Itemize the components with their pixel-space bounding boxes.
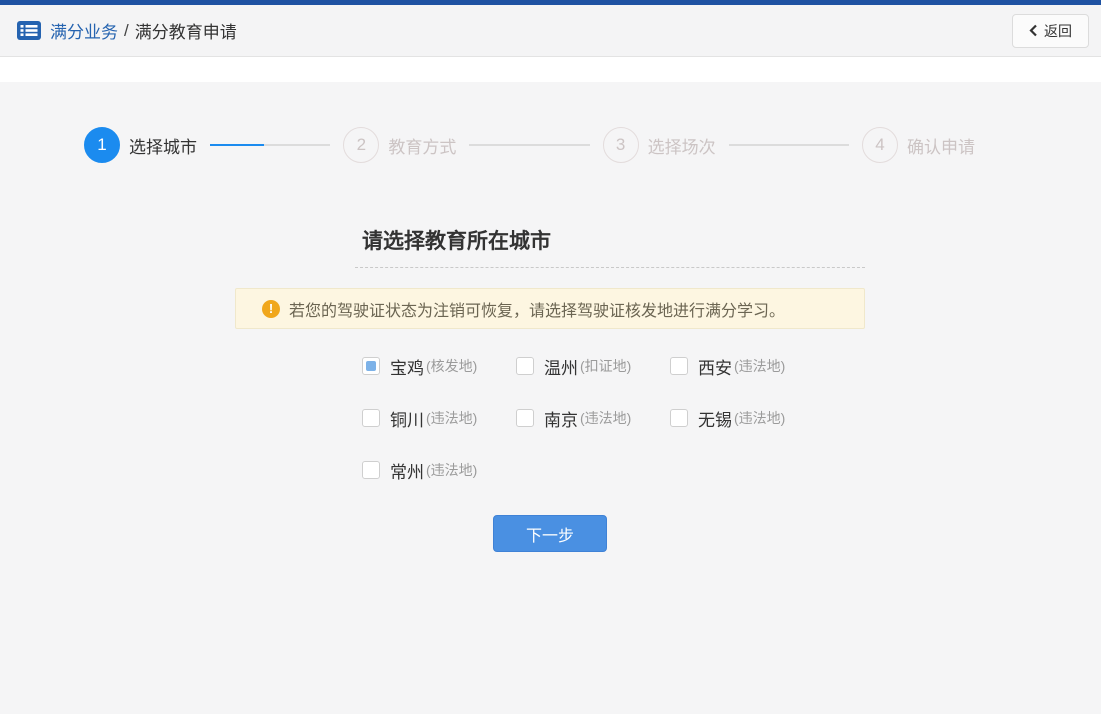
city-name: 南京 — [544, 406, 578, 431]
breadcrumb-current: 满分教育申请 — [135, 18, 237, 43]
next-step-button[interactable]: 下一步 — [493, 515, 607, 552]
city-tag: (违法地) — [426, 408, 477, 428]
checkbox[interactable] — [362, 461, 380, 479]
checkbox[interactable] — [516, 409, 534, 427]
city-name: 温州 — [544, 354, 578, 379]
city-checkbox-grid: 宝鸡 (核发地) 温州 (扣证地) 西安 (违法地) 铜川 (违法地) 南京 (… — [362, 356, 824, 512]
city-name: 西安 — [698, 354, 732, 379]
breadcrumb-separator: / — [124, 21, 129, 41]
city-name: 无锡 — [698, 406, 732, 431]
city-tag: (违法地) — [734, 408, 785, 428]
step-confirm-application: 4 确认申请 — [862, 127, 975, 163]
checkbox[interactable] — [670, 409, 688, 427]
step-1-label: 选择城市 — [129, 133, 197, 158]
city-name: 常州 — [390, 458, 424, 483]
step-connector-3 — [729, 144, 849, 146]
city-name: 铜川 — [390, 406, 424, 431]
list-icon — [16, 20, 42, 41]
city-option-nanjing[interactable]: 南京 (违法地) — [516, 408, 670, 428]
city-tag: (违法地) — [426, 460, 477, 480]
city-option-baoji[interactable]: 宝鸡 (核发地) — [362, 356, 516, 376]
city-tag: (核发地) — [426, 356, 477, 376]
city-option-wuxi[interactable]: 无锡 (违法地) — [670, 408, 824, 428]
checkbox[interactable] — [362, 357, 380, 375]
step-1-circle: 1 — [84, 127, 120, 163]
step-select-session: 3 选择场次 — [603, 127, 716, 163]
city-option-xian[interactable]: 西安 (违法地) — [670, 356, 824, 376]
breadcrumb-root[interactable]: 满分业务 — [50, 18, 118, 43]
city-option-wenzhou[interactable]: 温州 (扣证地) — [516, 356, 670, 376]
city-tag: (违法地) — [734, 356, 785, 376]
step-2-circle: 2 — [343, 127, 379, 163]
step-select-city: 1 选择城市 — [84, 127, 197, 163]
exclamation-circle-icon: ! — [262, 300, 280, 318]
city-tag: (扣证地) — [580, 356, 631, 376]
city-option-tongchuan[interactable]: 铜川 (违法地) — [362, 408, 516, 428]
notice-text: 若您的驾驶证状态为注销可恢复，请选择驾驶证核发地进行满分学习。 — [289, 297, 785, 321]
section-title: 请选择教育所在城市 — [362, 228, 551, 256]
step-3-label: 选择场次 — [648, 133, 716, 158]
chevron-left-icon — [1029, 24, 1038, 37]
step-education-method: 2 教育方式 — [343, 127, 456, 163]
city-tag: (违法地) — [580, 408, 631, 428]
dashed-divider — [355, 267, 865, 268]
back-button-label: 返回 — [1044, 21, 1072, 41]
checkbox[interactable] — [516, 357, 534, 375]
step-4-circle: 4 — [862, 127, 898, 163]
checkbox[interactable] — [362, 409, 380, 427]
stepper: 1 选择城市 2 教育方式 3 选择场次 4 确认申请 — [84, 127, 975, 163]
step-2-label: 教育方式 — [388, 133, 456, 158]
wizard-panel: 1 选择城市 2 教育方式 3 选择场次 4 确认申请 请选择教育所在城市 ! … — [0, 82, 1101, 714]
city-option-changzhou[interactable]: 常州 (违法地) — [362, 460, 516, 480]
step-connector-2 — [469, 144, 589, 146]
page-header: 满分业务 / 满分教育申请 返回 — [0, 5, 1101, 57]
step-3-circle: 3 — [603, 127, 639, 163]
step-connector-1 — [210, 144, 330, 146]
notice-banner: ! 若您的驾驶证状态为注销可恢复，请选择驾驶证核发地进行满分学习。 — [235, 288, 865, 329]
step-4-label: 确认申请 — [907, 133, 975, 158]
back-button[interactable]: 返回 — [1012, 14, 1089, 48]
city-name: 宝鸡 — [390, 354, 424, 379]
checkbox[interactable] — [670, 357, 688, 375]
